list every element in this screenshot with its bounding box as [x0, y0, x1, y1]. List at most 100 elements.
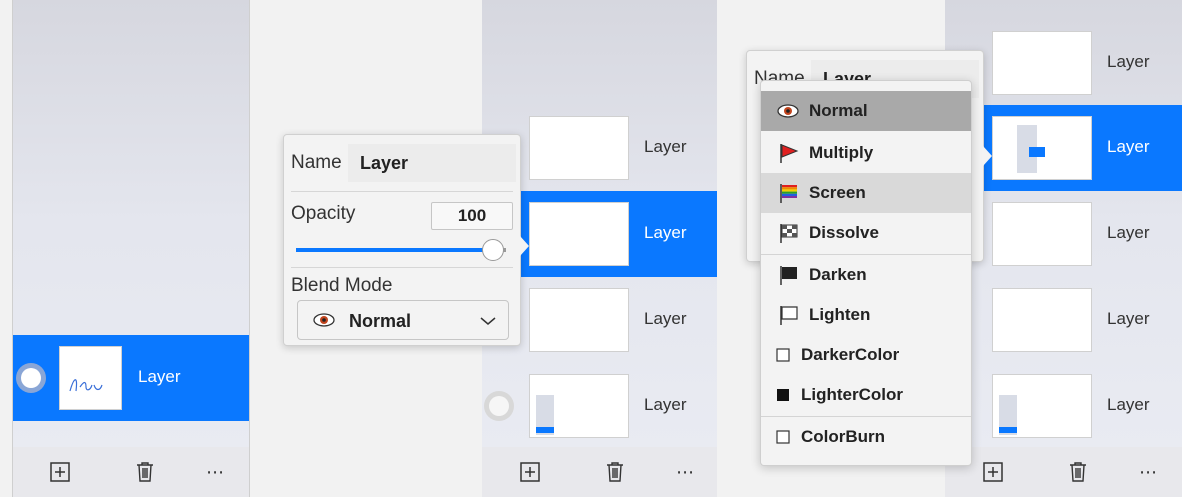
trash-icon — [137, 462, 153, 482]
layer-thumbnail — [529, 288, 629, 352]
delete-layer-button[interactable] — [133, 460, 157, 484]
menu-item-darkercolor[interactable]: DarkerColor — [761, 335, 971, 375]
layer-thumbnail — [59, 346, 122, 410]
blend-mode-menu: Normal Multiply Screen Dissolve Darken L… — [760, 80, 972, 466]
scribble-drawing — [69, 379, 103, 392]
add-icon — [520, 462, 540, 482]
menu-item-multiply[interactable]: Multiply — [761, 133, 971, 173]
layer-label: Layer — [1107, 137, 1150, 156]
menu-item-dissolve[interactable]: Dissolve — [761, 213, 971, 253]
layer-thumbnail — [992, 202, 1092, 266]
thumb-preview-bar — [536, 427, 554, 433]
layer-row[interactable]: Layer — [482, 363, 717, 449]
white-square-icon — [775, 348, 791, 362]
layers-panel-1: Layer ⋯ — [12, 0, 249, 497]
menu-item-label: DarkerColor — [801, 345, 900, 364]
menu-item-label: Normal — [809, 101, 868, 120]
layer-label: Layer — [138, 367, 181, 386]
panel-divider — [249, 0, 250, 497]
checkered-flag-icon — [775, 222, 801, 244]
layer-label: Layer — [644, 309, 687, 328]
layers-toolbar: ⋯ — [945, 447, 1182, 497]
rainbow-flag-icon — [775, 182, 801, 204]
menu-item-label: Screen — [809, 183, 866, 202]
more-icon: ⋯ — [1139, 461, 1159, 482]
add-icon — [983, 462, 1003, 482]
layer-label: Layer — [1107, 223, 1150, 242]
opacity-label: Opacity — [291, 203, 356, 224]
opacity-value-field[interactable]: 100 — [431, 202, 513, 230]
menu-item-lightercolor[interactable]: LighterColor — [761, 375, 971, 415]
layers-toolbar: ⋯ — [482, 447, 717, 497]
menu-item-label: LighterColor — [801, 385, 903, 404]
layer-properties-popover: Name Layer Opacity 100 Blend Mode Normal — [283, 134, 521, 346]
layer-thumbnail — [529, 202, 629, 266]
layer-row-selected[interactable]: Layer — [12, 335, 249, 421]
layer-thumbnail — [529, 116, 629, 180]
opacity-slider[interactable] — [296, 239, 511, 261]
panel-divider — [12, 0, 13, 497]
layer-row[interactable]: Layer — [945, 277, 1182, 363]
layer-label: Layer — [644, 395, 687, 414]
divider — [291, 267, 513, 268]
slider-fill — [296, 248, 493, 252]
menu-item-colorburn[interactable]: ColorBurn — [761, 417, 971, 457]
white-square-icon — [775, 430, 791, 444]
blend-mode-label: Blend Mode — [291, 275, 393, 296]
blend-mode-value: Normal — [349, 311, 412, 331]
layer-label: Layer — [644, 223, 687, 242]
layer-label: Layer — [644, 137, 687, 156]
menu-item-label: ColorBurn — [801, 427, 886, 446]
menu-item-label: Dissolve — [809, 223, 879, 242]
layer-thumbnail — [992, 31, 1092, 95]
layer-label: Layer — [1107, 52, 1150, 71]
delete-layer-button[interactable] — [603, 460, 627, 484]
popover-arrow — [983, 146, 992, 166]
black-flag-icon — [775, 264, 801, 286]
layer-thumbnail — [992, 288, 1092, 352]
more-icon: ⋯ — [206, 461, 226, 482]
add-icon — [50, 462, 70, 482]
divider — [291, 191, 513, 192]
more-button[interactable]: ⋯ — [1137, 460, 1161, 484]
menu-item-screen[interactable]: Screen — [761, 173, 971, 213]
opacity-value: 100 — [457, 206, 487, 225]
name-value: Layer — [360, 152, 409, 173]
add-layer-button[interactable] — [48, 460, 72, 484]
name-label: Name — [291, 152, 342, 173]
layer-thumbnail — [992, 374, 1092, 438]
layer-label: Layer — [1107, 309, 1150, 328]
menu-item-label: Lighten — [809, 305, 871, 324]
name-field[interactable]: Layer — [348, 144, 516, 182]
add-layer-button[interactable] — [518, 460, 542, 484]
popover-arrow — [520, 236, 529, 256]
black-square-icon — [775, 388, 791, 402]
eye-icon — [313, 312, 335, 333]
add-layer-button[interactable] — [981, 460, 1005, 484]
blend-mode-dropdown[interactable]: Normal — [297, 300, 509, 340]
thumb-preview-bar — [1029, 147, 1045, 157]
white-flag-icon — [775, 304, 801, 326]
layer-visibility-radio[interactable] — [16, 363, 46, 393]
eye-icon — [775, 103, 801, 119]
chevron-down-icon — [479, 314, 497, 332]
more-button[interactable]: ⋯ — [674, 460, 698, 484]
more-icon: ⋯ — [676, 461, 696, 482]
more-button[interactable]: ⋯ — [204, 460, 228, 484]
layer-row[interactable]: Layer — [945, 363, 1182, 449]
menu-item-lighten[interactable]: Lighten — [761, 295, 971, 335]
layer-thumbnail — [992, 116, 1092, 180]
menu-item-label: Darken — [809, 265, 867, 284]
layer-thumbnail — [529, 374, 629, 438]
menu-item-label: Multiply — [809, 143, 874, 162]
menu-item-darken[interactable]: Darken — [761, 255, 971, 295]
thumb-preview-bar — [999, 427, 1017, 433]
red-flag-icon — [775, 142, 801, 164]
layer-visibility-radio[interactable] — [484, 391, 514, 421]
menu-item-normal[interactable]: Normal — [761, 91, 971, 131]
delete-layer-button[interactable] — [1066, 460, 1090, 484]
trash-icon — [607, 462, 623, 482]
layer-label: Layer — [1107, 395, 1150, 414]
layers-toolbar: ⋯ — [12, 447, 249, 497]
slider-thumb[interactable] — [482, 239, 504, 261]
